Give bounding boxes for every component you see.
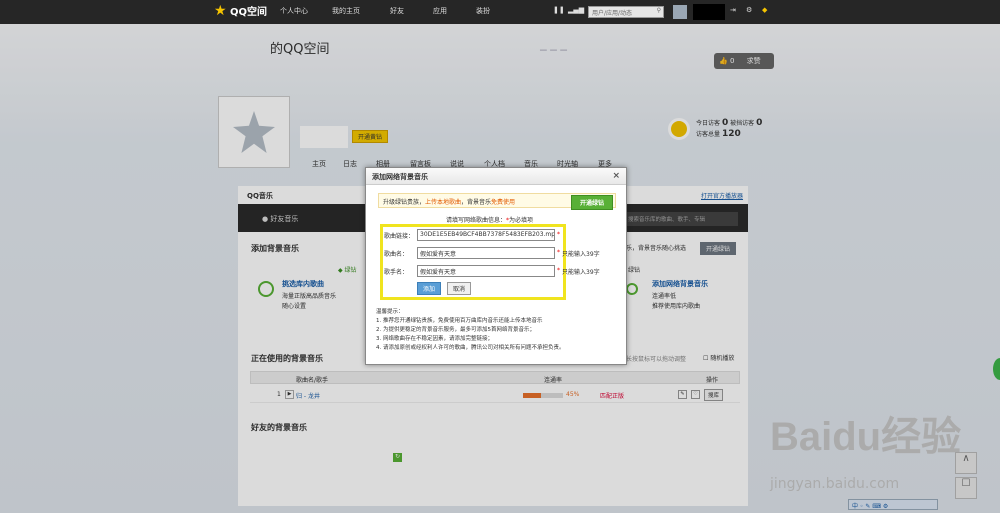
nav-friends[interactable]: 好友 [390, 6, 404, 16]
logout-icon[interactable]: ⇥ [730, 6, 736, 14]
name-label: 歌曲名： [384, 251, 409, 258]
song-name-input[interactable]: 假如爱有天意 [417, 247, 555, 259]
nav-dressup[interactable]: 装扮 [476, 6, 490, 16]
top-navigation-bar: ★ QQ空间 个人中心 我的主页 好友 应用 装扮 ❚❚ ▂▄▆ 用户/应用/动… [0, 0, 1000, 24]
close-icon[interactable]: × [612, 171, 620, 181]
nav-my-homepage[interactable]: 我的主页 [332, 6, 360, 16]
promo-text-a: 升级绿钻贵族， [383, 199, 426, 206]
promo-text-b: 上传本地歌曲 [425, 199, 462, 206]
search-input[interactable]: 用户/应用/动态 ⚲ [588, 6, 664, 18]
singer-label: 歌手名： [384, 269, 409, 276]
promo-text-d: 免费使用 [491, 199, 516, 206]
promo-banner: 升级绿钻贵族，上传本地歌曲，背景音乐免费使用 开通绿钻 [378, 193, 616, 210]
username-redacted [693, 4, 725, 20]
singer-limit-hint: 只能输入39字 [562, 269, 600, 276]
pause-icon[interactable]: ❚❚ [553, 6, 565, 14]
required-text: 为必填项 [509, 217, 534, 224]
gear-icon[interactable]: ⚙ [746, 6, 752, 14]
singer-name-input[interactable]: 假如爱有天意 [417, 265, 555, 277]
search-placeholder: 用户/应用/动态 [592, 10, 633, 17]
tips-block: 温馨提示： 1. 推荐您开通绿钻贵族，免费使用百万曲库内音乐还能上传本地音乐 2… [376, 308, 565, 353]
name-required-mark: * [557, 249, 560, 256]
signal-icon: ▂▄▆ [568, 6, 585, 14]
dialog-titlebar: 添加网络背景音乐 × [366, 168, 626, 185]
avatar[interactable] [673, 5, 687, 19]
tip-4: 4. 请添加原创或经权利人许可的歌曲，腾讯公司对相关所有问题不承担负责。 [376, 345, 565, 351]
name-limit-hint: 只能输入39字 [562, 251, 600, 258]
url-required-mark: * [557, 231, 560, 238]
logo-text: QQ空间 [230, 7, 268, 18]
qzone-logo[interactable]: ★ QQ空间 [214, 3, 267, 19]
add-button[interactable]: 添加 [417, 282, 442, 295]
song-url-input[interactable]: 30DE1E5EB49BCF4BB7378F5483EFB203.mp3 [417, 229, 555, 241]
tips-title: 温馨提示： [376, 309, 404, 315]
diamond-icon[interactable]: ◆ [762, 6, 767, 14]
hint-text: 请填写网络歌曲信息： [446, 217, 507, 224]
form-hint: 请填写网络歌曲信息：*为必填项 [446, 215, 533, 224]
search-icon[interactable]: ⚲ [657, 7, 661, 14]
dialog-title: 添加网络背景音乐 [372, 173, 428, 181]
star-icon: ★ [214, 3, 227, 19]
add-network-music-dialog: 添加网络背景音乐 × 升级绿钻贵族，上传本地歌曲，背景音乐免费使用 开通绿钻 请… [365, 167, 627, 365]
singer-required-mark: * [557, 267, 560, 274]
cancel-button[interactable]: 取消 [447, 282, 472, 295]
nav-personal-center[interactable]: 个人中心 [280, 6, 308, 16]
tip-2: 2. 为提供更稳定的背景音乐服务，最多可添加5首网络背景音乐； [376, 327, 535, 333]
open-green-diamond-button[interactable]: 开通绿钻 [570, 195, 613, 210]
tip-1: 1. 推荐您开通绿钻贵族，免费使用百万曲库内音乐还能上传本地音乐 [376, 318, 543, 324]
nav-apps[interactable]: 应用 [433, 6, 447, 16]
url-label: 歌曲链接： [384, 233, 415, 240]
tip-3: 3. 网络歌曲存在不稳定因素，请添加完整链接； [376, 336, 493, 342]
promo-text-c: ，背景音乐 [461, 199, 492, 206]
